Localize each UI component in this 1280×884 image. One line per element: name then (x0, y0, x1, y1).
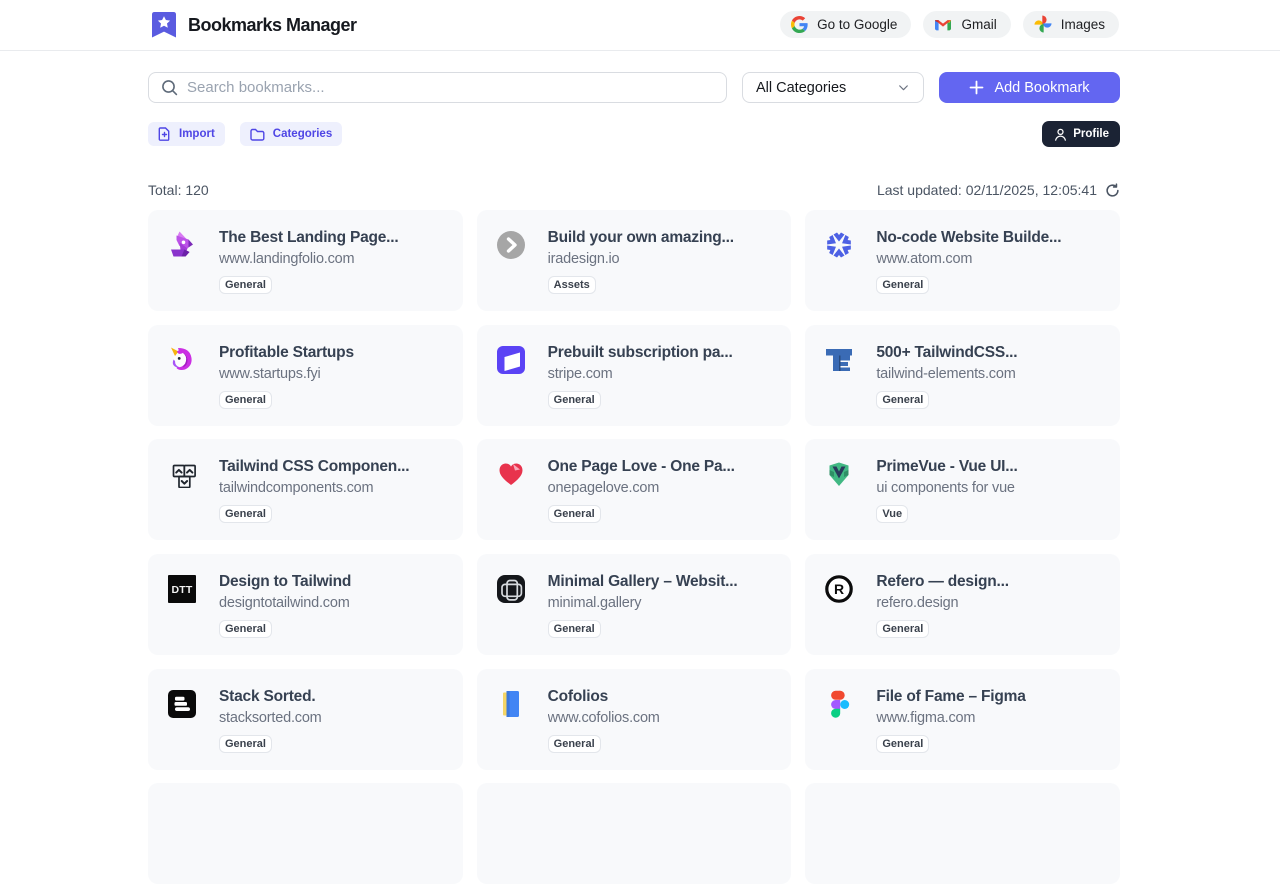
svg-text:DTT: DTT (171, 584, 192, 596)
svg-text:R: R (834, 581, 844, 597)
